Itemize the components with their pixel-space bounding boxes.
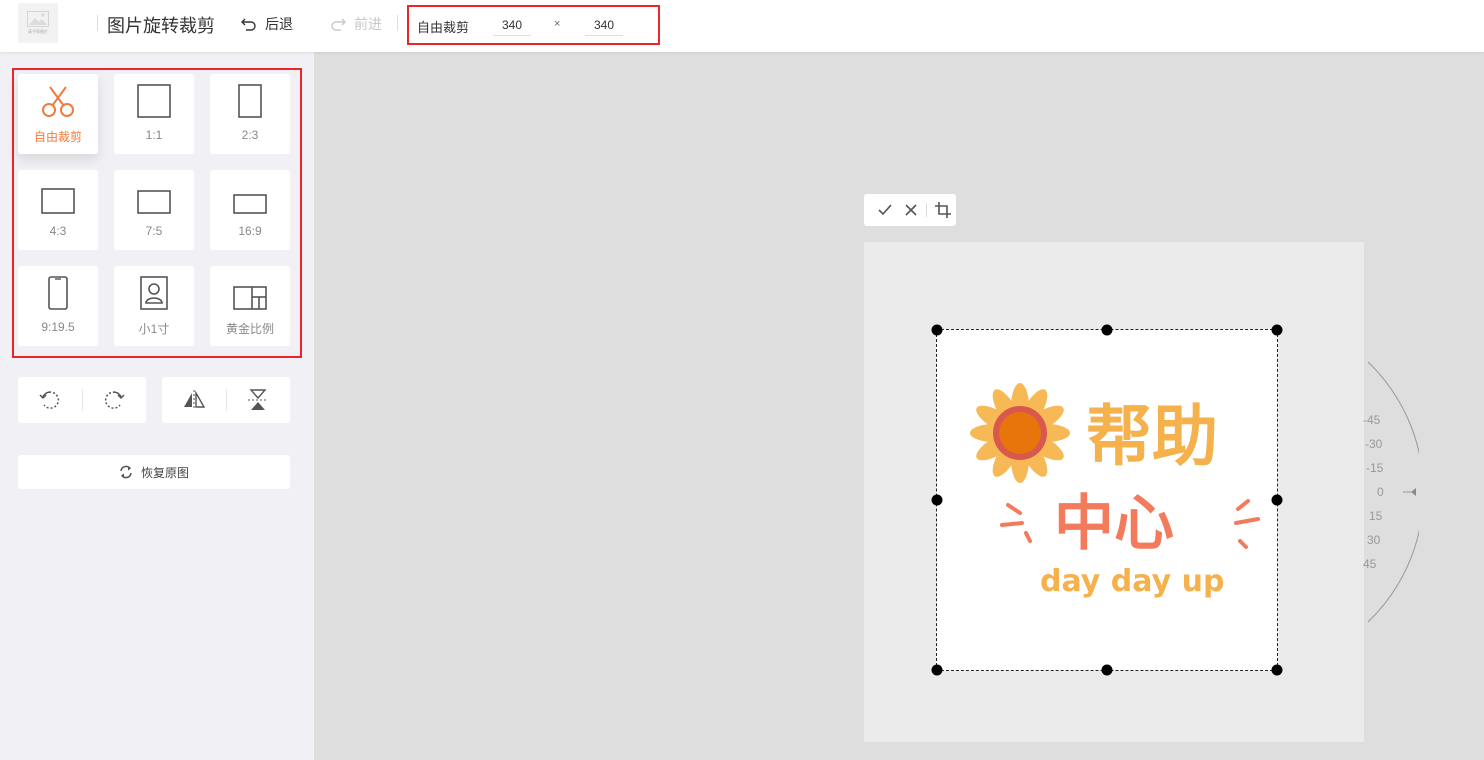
crop-tool-button[interactable] — [930, 194, 956, 226]
confirm-crop-button[interactable] — [872, 194, 898, 226]
refresh-icon — [120, 465, 132, 479]
ratio-label: 16:9 — [238, 224, 262, 238]
crop-box[interactable] — [931, 324, 1283, 676]
crop-handle-bottom[interactable] — [1101, 664, 1113, 676]
ratio-small-1-inch[interactable]: 小1寸 — [114, 266, 194, 346]
redo-button[interactable]: 前进 — [330, 14, 382, 34]
ratio-16-9[interactable]: 16:9 — [210, 170, 290, 250]
undo-label: 后退 — [265, 16, 293, 32]
crop-handle-top-right[interactable] — [1271, 324, 1283, 336]
cancel-crop-button[interactable] — [898, 194, 924, 226]
rotate-left-icon — [39, 391, 59, 409]
close-icon — [904, 204, 917, 216]
app-logo: 高手帮图片 — [18, 3, 58, 43]
dial-tick: 45 — [1363, 557, 1377, 571]
ratio-label: 7:5 — [145, 224, 163, 238]
golden-ratio-icon — [233, 266, 267, 314]
ratio-7-5[interactable]: 7:5 — [114, 170, 194, 250]
portrait-2-3-icon — [238, 74, 262, 122]
crop-mode-label: 自由裁剪 — [417, 20, 470, 35]
ratio-1-1[interactable]: 1:1 — [114, 74, 194, 154]
crop-handle-top-left[interactable] — [931, 324, 943, 336]
ratio-label: 1:1 — [145, 128, 163, 142]
square-1-1-icon — [137, 74, 171, 122]
ratio-4-3[interactable]: 4:3 — [18, 170, 98, 250]
flip-vertical-button[interactable] — [227, 377, 291, 423]
rotate-right-icon — [105, 391, 125, 409]
ratio-label: 2:3 — [241, 128, 259, 142]
crop-toolbar — [864, 194, 956, 226]
ratio-label: 9:19.5 — [41, 320, 75, 334]
crop-width-input[interactable] — [493, 14, 531, 36]
scissors-icon — [41, 74, 75, 122]
reset-image-button[interactable]: 恢复原图 — [18, 455, 290, 489]
dial-tick: 30 — [1367, 533, 1381, 547]
crop-height-input[interactable] — [585, 14, 623, 36]
dial-pointer-icon — [1411, 488, 1416, 496]
sidebar: 自由裁剪 1:1 2:3 4:3 7:5 16:9 9:19.5 小1寸 黄金比… — [0, 52, 314, 760]
rotation-dial[interactable]: -45 -30 -15 0 15 30 45 — [1359, 352, 1419, 642]
crop-handle-bottom-right[interactable] — [1271, 664, 1283, 676]
ratio-2-3[interactable]: 2:3 — [210, 74, 290, 154]
flip-horizontal-icon — [183, 390, 205, 410]
times-sign: × — [554, 18, 561, 30]
check-icon — [878, 204, 892, 216]
top-bar: 高手帮图片 图片旋转裁剪 后退 前进 自由裁剪 × — [0, 0, 1484, 52]
dial-tick: 15 — [1369, 509, 1383, 523]
ratio-label: 自由裁剪 — [33, 130, 82, 144]
redo-label: 前进 — [354, 16, 382, 32]
ratio-label: 小1寸 — [138, 322, 170, 336]
rotate-group — [18, 377, 146, 423]
ratio-free-crop[interactable]: 自由裁剪 — [18, 74, 98, 154]
landscape-4-3-icon — [41, 170, 75, 218]
crop-size-panel: 自由裁剪 × — [407, 5, 660, 45]
ratio-golden[interactable]: 黄金比例 — [210, 266, 290, 346]
divider — [97, 15, 98, 31]
crop-icon — [935, 202, 952, 218]
dial-tick: -45 — [1363, 413, 1381, 427]
undo-icon — [241, 18, 256, 31]
id-photo-icon — [140, 266, 168, 314]
divider — [926, 203, 928, 217]
crop-handle-top[interactable] — [1101, 324, 1113, 336]
flip-vertical-icon — [248, 389, 269, 410]
rotate-left-button[interactable] — [18, 377, 82, 423]
logo-text: 高手帮图片 — [28, 29, 48, 34]
ratio-9-19-5[interactable]: 9:19.5 — [18, 266, 98, 346]
undo-button[interactable]: 后退 — [241, 14, 293, 34]
dial-tick: 0 — [1377, 485, 1384, 499]
landscape-16-9-icon — [233, 170, 267, 218]
page-title: 图片旋转裁剪 — [107, 16, 215, 37]
crop-handle-bottom-left[interactable] — [931, 664, 943, 676]
ratio-label: 黄金比例 — [225, 322, 274, 336]
flip-group — [162, 377, 290, 423]
landscape-7-5-icon — [137, 170, 171, 218]
rotate-right-button[interactable] — [83, 377, 147, 423]
flip-horizontal-button[interactable] — [162, 377, 226, 423]
divider — [397, 15, 398, 31]
ratio-label: 4:3 — [49, 224, 67, 238]
phone-9-19-5-icon — [48, 266, 68, 314]
dial-tick: -15 — [1366, 461, 1384, 475]
reset-label: 恢复原图 — [140, 465, 189, 480]
editor-canvas: -45 -30 -15 0 15 30 45 帮助 中心 day day up — [314, 52, 1484, 760]
crop-handle-right[interactable] — [1271, 494, 1283, 506]
redo-icon — [331, 18, 346, 31]
crop-handle-left[interactable] — [931, 494, 943, 506]
dial-tick: -30 — [1365, 437, 1383, 451]
logo-image-icon — [27, 11, 49, 27]
